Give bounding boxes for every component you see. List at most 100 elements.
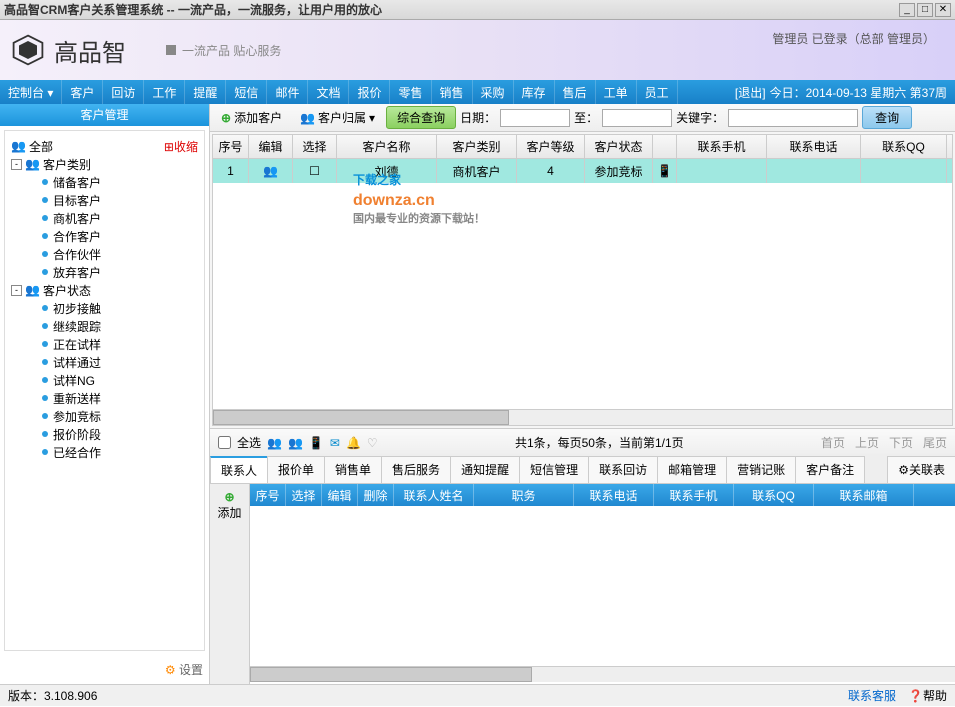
mail-icon[interactable]: ✉ [330,436,340,450]
column-header[interactable]: 客户类别 [437,135,517,158]
scrollbar-horizontal[interactable] [213,409,952,425]
tab[interactable]: 营销记账 [726,456,796,483]
pager-link[interactable]: 上页 [855,434,879,451]
column-header[interactable]: 联系手机 [677,135,767,158]
add-customer-button[interactable]: ⊕添加客户 [214,106,289,129]
menu-item[interactable]: 零售 [390,80,431,104]
cell[interactable]: 👥 [249,159,293,183]
tab[interactable]: 销售单 [324,456,382,483]
tree-item[interactable]: 储备客户 [11,173,198,191]
menu-item[interactable]: 售后 [555,80,596,104]
column-header[interactable]: 联系人姓名 [394,484,474,506]
tree-item[interactable]: 正在试样 [11,335,198,353]
tree-item[interactable]: 报价阶段 [11,425,198,443]
keyword-input[interactable] [728,109,858,127]
pager-link[interactable]: 首页 [821,434,845,451]
search-button[interactable]: 查询 [862,106,912,129]
customer-belong-button[interactable]: 👥客户归属▾ [293,106,382,129]
column-header[interactable]: 联系QQ [734,484,814,506]
help-link[interactable]: ❓帮助 [908,687,947,704]
menu-item[interactable]: 短信 [226,80,267,104]
menu-item[interactable]: 邮件 [267,80,308,104]
tree-item[interactable]: 试样通过 [11,353,198,371]
menu-item[interactable]: 工作 [144,80,185,104]
column-header[interactable] [653,135,677,158]
sidebar-settings[interactable]: ⚙ 设置 [0,655,209,684]
heart-icon[interactable]: ♡ [367,436,378,450]
tree-root[interactable]: 👥 全部 ⊞收缩 [11,137,198,155]
service-link[interactable]: 联系客服 [848,687,896,704]
column-header[interactable]: 编辑 [249,135,293,158]
close-button[interactable]: ✕ [935,3,951,17]
tree-group-category[interactable]: - 👥 客户类别 [11,155,198,173]
query-button[interactable]: 综合查询 [386,106,456,129]
related-table-button[interactable]: ⚙关联表 [887,456,955,483]
menu-item[interactable]: 客户 [62,80,103,104]
menu-item[interactable]: 采购 [473,80,514,104]
tree-toggle-icon[interactable]: - [11,285,22,296]
menu-item[interactable]: 销售 [432,80,473,104]
cell[interactable]: ☐ [293,159,337,183]
column-header[interactable]: 联系电话 [767,135,861,158]
tab[interactable]: 报价单 [267,456,325,483]
pager-link[interactable]: 下页 [889,434,913,451]
tab[interactable]: 邮箱管理 [657,456,727,483]
column-header[interactable]: 联系电话 [574,484,654,506]
tree-item[interactable]: 商机客户 [11,209,198,227]
date-from-input[interactable] [500,109,570,127]
tree-item[interactable]: 参加竞标 [11,407,198,425]
tab[interactable]: 售后服务 [381,456,451,483]
menu-item[interactable]: 工单 [596,80,637,104]
column-header[interactable]: 选择 [293,135,337,158]
collapse-link[interactable]: ⊞收缩 [164,138,198,155]
date-to-input[interactable] [602,109,672,127]
column-header[interactable]: 序号 [213,135,249,158]
column-header[interactable]: 客户等级 [517,135,585,158]
tab[interactable]: 联系人 [210,456,268,483]
column-header[interactable]: 联系手机 [654,484,734,506]
menu-item[interactable]: 提醒 [185,80,226,104]
tab[interactable]: 联系回访 [588,456,658,483]
column-header[interactable]: 编辑 [322,484,358,506]
tree-group-status[interactable]: - 👥 客户状态 [11,281,198,299]
minimize-button[interactable]: _ [899,3,915,17]
tree-item[interactable]: 继续跟踪 [11,317,198,335]
users-icon[interactable]: 👥 [288,436,303,450]
users-icon[interactable]: 👥 [267,436,282,450]
tab[interactable]: 通知提醒 [450,456,520,483]
tree-item[interactable]: 已经合作 [11,443,198,461]
menu-item[interactable]: 控制台 ▾ [0,80,62,104]
column-header[interactable]: 客户名称 [337,135,437,158]
tree-item[interactable]: 试样NG [11,371,198,389]
column-header[interactable]: 职务 [474,484,574,506]
column-header[interactable]: 客户状态 [585,135,653,158]
bell-icon[interactable]: 🔔 [346,436,361,450]
phone-icon[interactable]: 📱 [309,436,324,450]
menu-item[interactable]: 回访 [103,80,144,104]
selectall-checkbox[interactable] [218,436,231,449]
tree-item[interactable]: 合作客户 [11,227,198,245]
column-header[interactable]: 选择 [286,484,322,506]
tree-item[interactable]: 重新送样 [11,389,198,407]
tree-item[interactable]: 合作伙伴 [11,245,198,263]
sub-add-button[interactable]: ⊕ 添加 [210,484,250,684]
menu-item[interactable]: 库存 [514,80,555,104]
menu-item[interactable]: 员工 [637,80,678,104]
column-header[interactable]: 联系QQ [861,135,947,158]
scrollbar-horizontal[interactable] [250,666,955,682]
tree-item[interactable]: 放弃客户 [11,263,198,281]
maximize-button[interactable]: □ [917,3,933,17]
tree-item[interactable]: 目标客户 [11,191,198,209]
column-header[interactable]: 联系邮箱 [814,484,914,506]
table-row[interactable]: 1👥☐刘德商机客户4参加竞标📱 [213,159,952,183]
tree-item[interactable]: 初步接触 [11,299,198,317]
tab[interactable]: 短信管理 [519,456,589,483]
tab[interactable]: 客户备注 [795,456,865,483]
pager-link[interactable]: 尾页 [923,434,947,451]
logout-link[interactable]: [退出] [735,84,766,101]
menu-item[interactable]: 文档 [308,80,349,104]
menu-item[interactable]: 报价 [349,80,390,104]
tree-toggle-icon[interactable]: - [11,159,22,170]
column-header[interactable]: 删除 [358,484,394,506]
column-header[interactable]: 序号 [250,484,286,506]
